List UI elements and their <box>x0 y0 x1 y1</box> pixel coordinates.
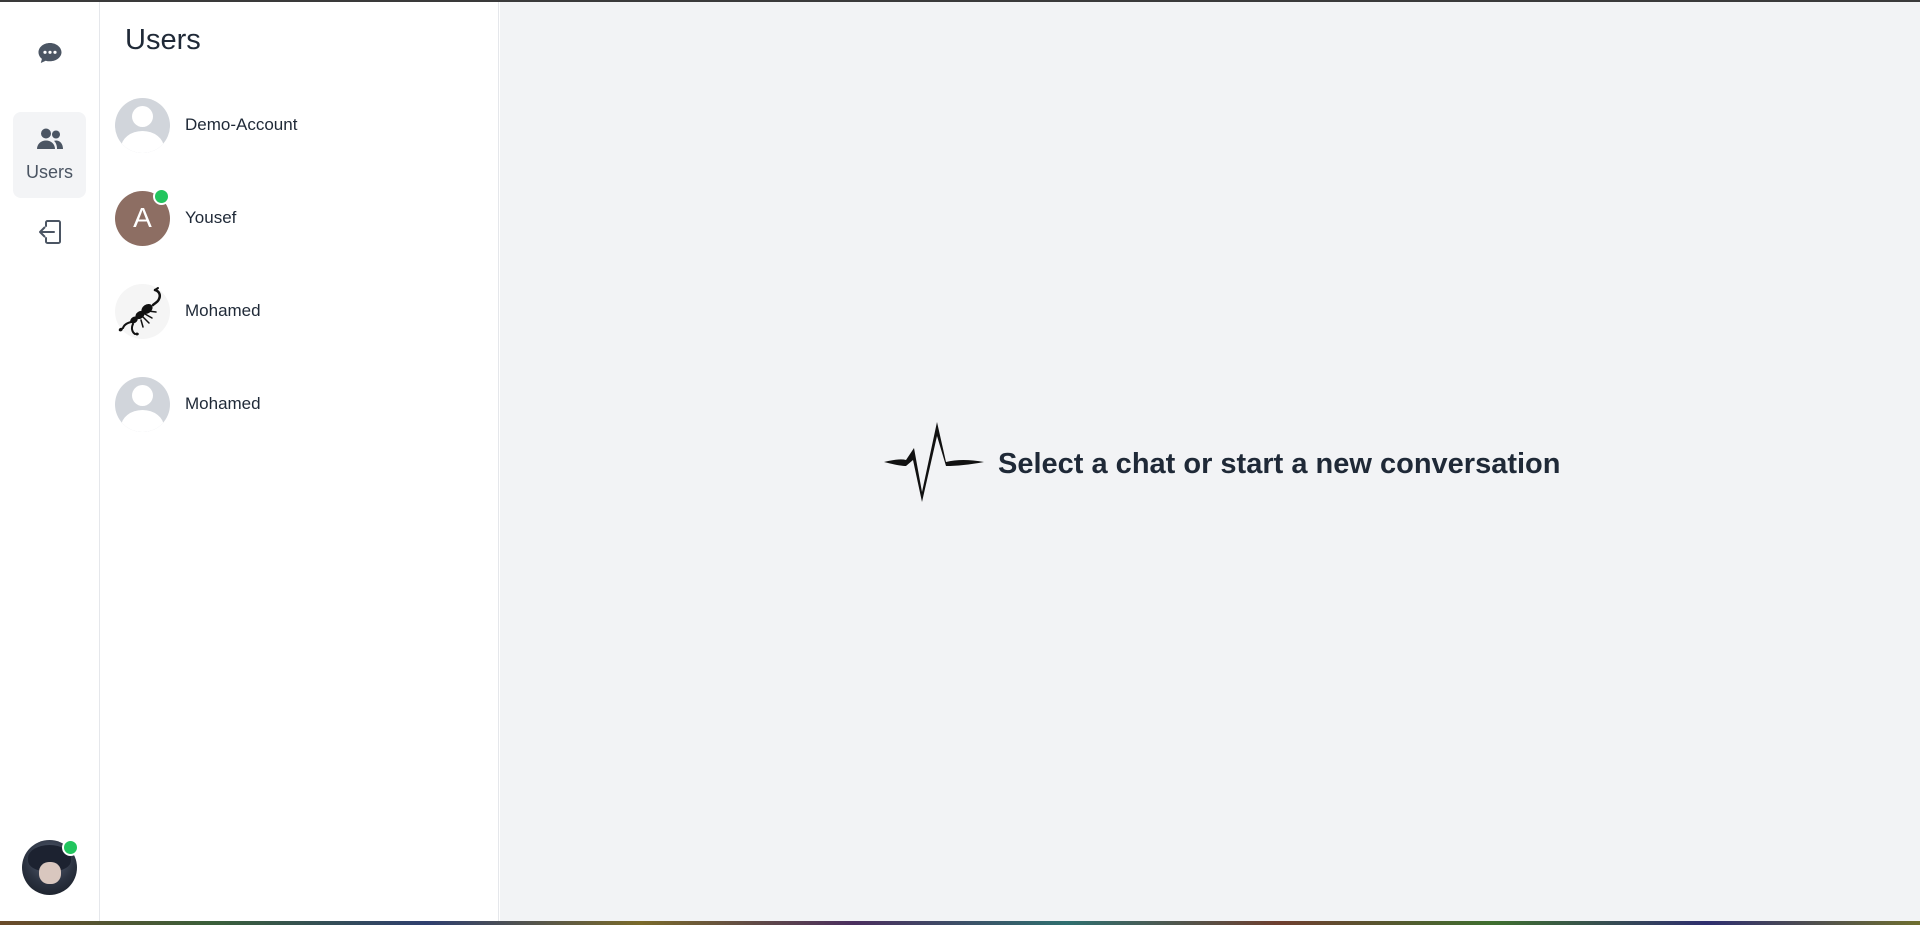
avatar-face <box>39 862 61 884</box>
user-name: Yousef <box>185 208 237 227</box>
letter-avatar: A <box>115 187 170 246</box>
user-name: Mohamed <box>185 301 261 320</box>
avatar-initial: A <box>133 202 152 233</box>
default-avatar-icon <box>115 376 170 432</box>
user-list-item[interactable]: A Yousef <box>115 178 485 258</box>
online-status-dot <box>153 187 170 205</box>
conversation-area: Select a chat or start a new conversatio… <box>500 2 1920 921</box>
empty-state: Select a chat or start a new conversatio… <box>882 421 1561 507</box>
empty-state-message: Select a chat or start a new conversatio… <box>998 447 1561 480</box>
online-status-dot <box>62 839 79 856</box>
rail-logout-button[interactable] <box>13 202 86 266</box>
users-icon <box>36 127 64 156</box>
sidebar-rail: Users <box>0 2 100 921</box>
chat-bubble-icon <box>37 41 63 70</box>
page-title: Users <box>125 24 201 56</box>
users-panel: Users Demo-Account A Yousef Mohamed Moha… <box>101 2 499 921</box>
rail-users-button[interactable]: Users <box>13 112 86 198</box>
user-name: Mohamed <box>185 394 261 413</box>
pulse-waveform-icon <box>882 421 986 507</box>
current-user-avatar[interactable] <box>22 839 79 895</box>
user-name: Demo-Account <box>185 115 298 134</box>
default-avatar-icon <box>115 97 170 153</box>
logout-icon <box>37 218 63 251</box>
rail-chats-button[interactable] <box>13 24 86 86</box>
scorpion-avatar-icon <box>115 283 170 339</box>
taskbar-edge <box>0 921 1920 925</box>
user-list-item[interactable]: Mohamed <box>115 364 485 444</box>
rail-users-label: Users <box>25 162 73 182</box>
user-list-item[interactable]: Mohamed <box>115 271 485 351</box>
user-list-item[interactable]: Demo-Account <box>115 85 485 165</box>
